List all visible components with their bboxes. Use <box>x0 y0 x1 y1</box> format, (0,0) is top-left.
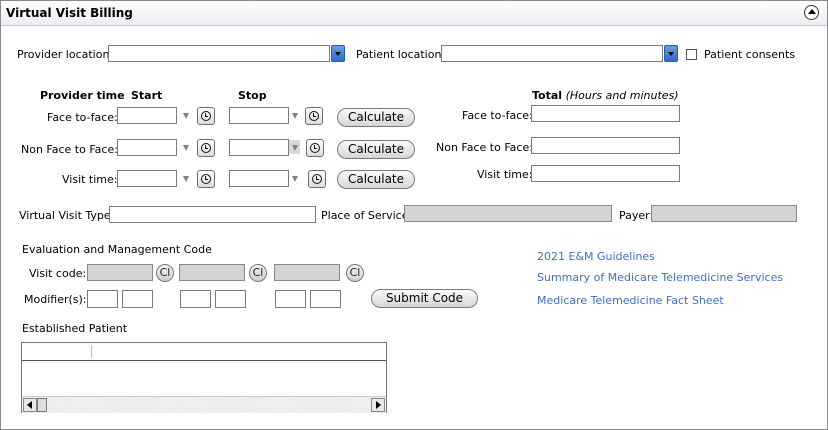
clear-icon[interactable]: Cl <box>249 264 267 282</box>
patient-consents-label: Patient consents <box>704 48 796 61</box>
total-face-to-face-label: Face to-face: <box>462 109 533 122</box>
place-of-service-label: Place of Service: <box>321 209 413 222</box>
start-header: Start <box>131 89 163 102</box>
grid-header <box>22 343 386 361</box>
patient-location-label: Patient location: <box>356 48 446 61</box>
total-non-face-to-face-input[interactable] <box>531 137 680 154</box>
non-face-to-face-label: Non Face to Face: <box>21 143 118 156</box>
modifier-field-5[interactable] <box>275 290 306 308</box>
payer-field <box>651 205 797 222</box>
panel-title: Virtual Visit Billing <box>6 6 133 20</box>
visit-time-start-clock-icon[interactable] <box>197 170 215 188</box>
face-to-face-stop-clock-icon[interactable] <box>305 107 323 125</box>
grid-column-separator[interactable] <box>91 345 92 358</box>
total-face-to-face-input[interactable] <box>531 105 680 122</box>
non-face-to-face-stop-clock-icon[interactable] <box>306 139 324 157</box>
non-face-to-face-stop-input[interactable] <box>229 139 289 156</box>
link-medicare-telemedicine-fact-sheet[interactable]: Medicare Telemedicine Fact Sheet <box>537 294 724 307</box>
face-to-face-stop-dropdown-icon[interactable] <box>292 113 298 119</box>
scroll-left-icon[interactable] <box>23 398 37 412</box>
provider-time-header: Provider time <box>40 89 125 102</box>
modifier-field-4[interactable] <box>215 290 246 308</box>
non-face-to-face-start-input[interactable] <box>117 139 177 156</box>
patient-location-dropdown-icon[interactable] <box>664 45 678 62</box>
non-face-to-face-calculate-button[interactable]: Calculate <box>337 140 415 159</box>
face-to-face-calculate-button[interactable]: Calculate <box>337 108 415 127</box>
patient-consents-checkbox[interactable] <box>686 49 697 60</box>
non-face-to-face-start-dropdown-icon[interactable] <box>183 145 189 151</box>
total-header-text: Total <box>532 89 563 102</box>
visit-code-field-3[interactable] <box>274 264 340 281</box>
scroll-right-icon[interactable] <box>371 398 385 412</box>
clear-icon[interactable]: Cl <box>156 264 174 282</box>
face-to-face-start-input[interactable] <box>117 107 177 124</box>
provider-location-label: Provider location: <box>17 48 114 61</box>
face-to-face-start-clock-icon[interactable] <box>197 107 215 125</box>
modifier-field-1[interactable] <box>87 290 118 308</box>
virtual-visit-type-label: Virtual Visit Type: <box>19 209 115 222</box>
submit-code-button[interactable]: Submit Code <box>371 289 478 308</box>
visit-code-label: Visit code: <box>29 267 87 280</box>
face-to-face-label: Face to-face: <box>47 111 118 124</box>
virtual-visit-type-input[interactable] <box>109 206 316 223</box>
visit-time-stop-input[interactable] <box>229 170 289 187</box>
collapse-icon[interactable] <box>804 5 819 20</box>
visit-time-stop-clock-icon[interactable] <box>308 170 326 188</box>
non-face-to-face-stop-dropdown-icon[interactable] <box>292 145 298 151</box>
link-em-guidelines[interactable]: 2021 E&M Guidelines <box>537 250 655 263</box>
horizontal-scrollbar[interactable] <box>22 396 386 413</box>
modifier-field-2[interactable] <box>122 290 153 308</box>
patient-location-input[interactable] <box>441 45 663 62</box>
total-visit-time-label: Visit time: <box>477 168 533 181</box>
total-header-note: (Hours and minutes) <box>565 89 679 102</box>
non-face-to-face-start-clock-icon[interactable] <box>197 139 215 157</box>
visit-time-stop-dropdown-icon[interactable] <box>292 176 298 182</box>
visit-time-start-dropdown-icon[interactable] <box>183 176 189 182</box>
face-to-face-stop-input[interactable] <box>229 107 289 124</box>
total-visit-time-input[interactable] <box>531 165 680 182</box>
em-section-label: Evaluation and Management Code <box>22 243 212 256</box>
modifier-field-3[interactable] <box>180 290 211 308</box>
place-of-service-field <box>404 205 612 222</box>
visit-code-field-2[interactable] <box>179 264 245 281</box>
face-to-face-start-dropdown-icon[interactable] <box>183 113 189 119</box>
clear-icon[interactable]: Cl <box>346 264 364 282</box>
link-medicare-telemedicine-summary[interactable]: Summary of Medicare Telemedicine Service… <box>537 271 783 284</box>
panel-header: Virtual Visit Billing <box>1 1 827 26</box>
visit-time-calculate-button[interactable]: Calculate <box>337 170 415 189</box>
total-non-face-to-face-label: Non Face to Face: <box>436 141 533 154</box>
payer-label: Payer: <box>619 209 654 222</box>
provider-location-dropdown-icon[interactable] <box>331 45 345 62</box>
established-patient-label: Established Patient <box>22 322 128 335</box>
visit-time-start-input[interactable] <box>117 170 177 187</box>
modifiers-label: Modifier(s): <box>24 293 87 306</box>
provider-location-input[interactable] <box>108 45 330 62</box>
stop-header: Stop <box>238 89 267 102</box>
established-patient-grid <box>21 342 387 413</box>
modifier-field-6[interactable] <box>310 290 341 308</box>
visit-code-field-1[interactable] <box>87 264 153 281</box>
scroll-thumb[interactable] <box>37 398 47 412</box>
total-header: Total (Hours and minutes) <box>532 89 679 102</box>
visit-time-label: Visit time: <box>62 173 118 186</box>
